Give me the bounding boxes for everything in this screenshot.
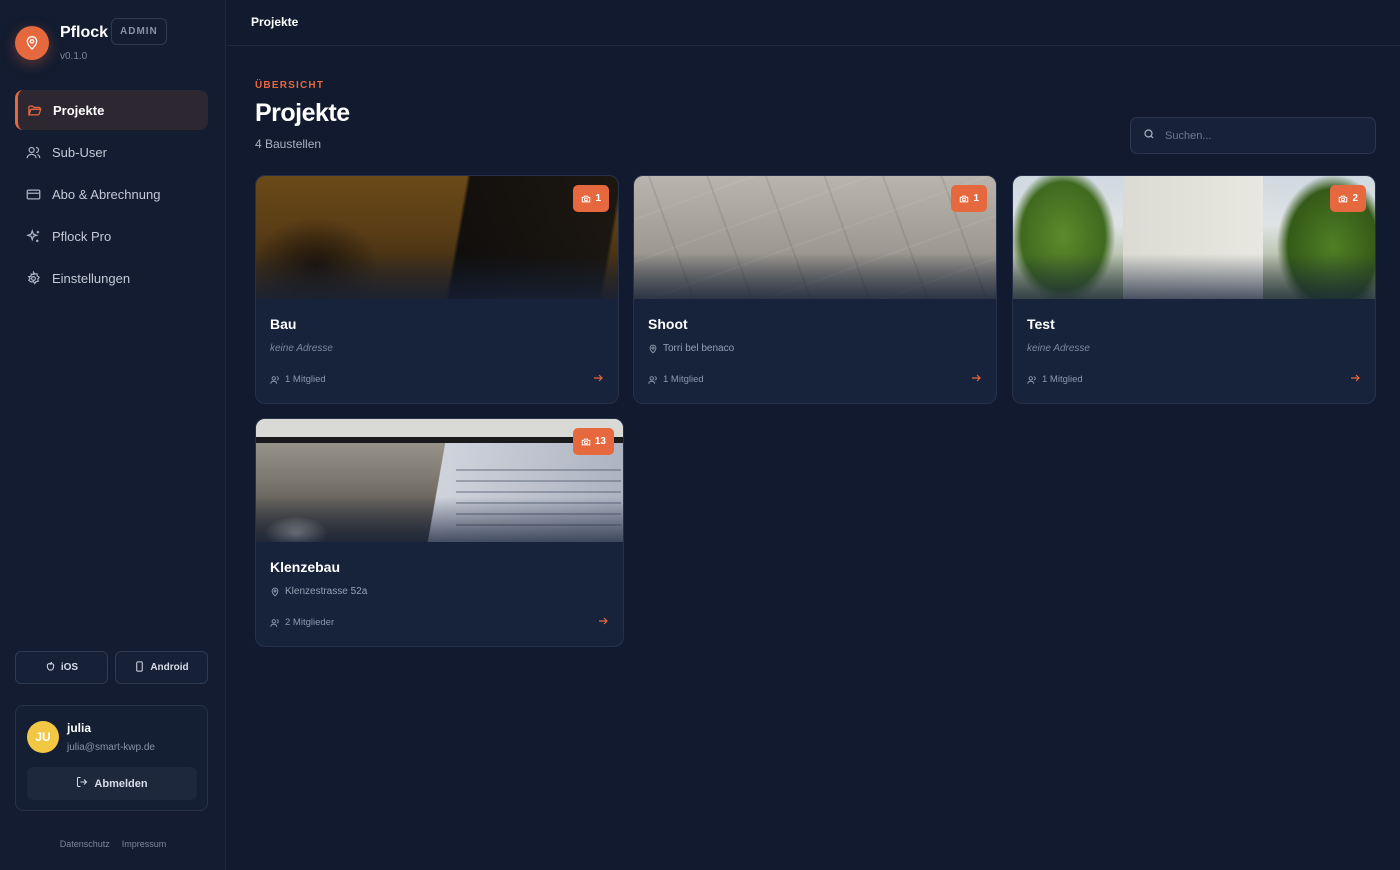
- ios-label: iOS: [60, 662, 79, 673]
- sidebar-item-sub-user[interactable]: Sub-User: [15, 132, 208, 172]
- project-card-shoot[interactable]: 1 Shoot Torri bel benaco 1 Mitglied: [633, 175, 997, 404]
- project-photo: [634, 176, 996, 299]
- user-name: julia: [67, 721, 92, 735]
- project-title: Bau: [270, 316, 297, 332]
- search-input[interactable]: [1165, 129, 1355, 142]
- arrow-right-icon[interactable]: [970, 372, 982, 384]
- project-title: Klenzebau: [270, 559, 341, 575]
- logout-button[interactable]: Abmelden: [27, 767, 197, 800]
- project-members: 2 Mitglieder: [270, 617, 334, 628]
- users-icon: [648, 375, 657, 384]
- users-icon: [270, 618, 279, 627]
- members-text: 1 Mitglied: [1042, 374, 1083, 385]
- project-title: Test: [1027, 316, 1055, 332]
- project-card-test[interactable]: 2 Test keine Adresse 1 Mitglied: [1012, 175, 1376, 404]
- photo-count-badge: 13: [572, 428, 614, 455]
- photo-count-badge: 1: [951, 185, 987, 212]
- members-text: 2 Mitglieder: [285, 617, 335, 628]
- photo-count: 1: [973, 193, 979, 204]
- project-photo: [256, 176, 618, 299]
- smartphone-icon: [134, 660, 145, 675]
- sidebar-item-abo[interactable]: Abo & Abrechnung: [15, 174, 208, 214]
- ios-button[interactable]: iOS: [15, 651, 108, 684]
- project-title: Shoot: [648, 316, 688, 332]
- android-label: Android: [150, 662, 189, 673]
- project-members: 1 Mitglied: [270, 374, 326, 385]
- page-title: Projekte: [255, 99, 350, 127]
- sidebar: Pflock ADMIN v0.1.0 Projekte Sub-User Ab…: [0, 0, 226, 870]
- app-download-buttons: iOS Android: [15, 651, 208, 684]
- user-card: JU julia julia@smart-kwp.de Abmelden: [15, 705, 208, 811]
- footer-links: Datenschutz Impressum: [0, 839, 226, 849]
- camera-icon: [1339, 195, 1348, 202]
- search-box: [1130, 117, 1376, 154]
- version-label: v0.1.0: [60, 51, 88, 62]
- address-text: Torri bel benaco: [663, 343, 735, 354]
- photo-count: 13: [594, 436, 606, 447]
- camera-icon: [960, 195, 969, 202]
- project-address: keine Adresse: [1027, 343, 1090, 354]
- camera-icon: [581, 438, 591, 445]
- photo-count-badge: 2: [1330, 185, 1366, 212]
- project-photo: [1013, 176, 1375, 299]
- sidebar-item-projekte[interactable]: Projekte: [15, 90, 208, 130]
- sidebar-item-label: Pflock Pro: [52, 228, 112, 244]
- sidebar-nav: Projekte Sub-User Abo & Abrechnung Pfloc…: [15, 90, 208, 300]
- user-email: julia@smart-kwp.de: [67, 742, 155, 753]
- members-text: 1 Mitglied: [663, 374, 704, 385]
- members-text: 1 Mitglied: [285, 374, 326, 385]
- project-card-bau[interactable]: 1 Bau keine Adresse 1 Mitglied: [255, 175, 619, 404]
- section-eyebrow: ÜBERSICHT: [255, 80, 325, 91]
- arrow-right-icon[interactable]: [597, 615, 609, 627]
- map-pin-icon: [271, 587, 279, 596]
- photo-count: 1: [595, 193, 601, 204]
- address-text: Klenzestrasse 52a: [285, 586, 368, 597]
- privacy-link[interactable]: Datenschutz: [60, 839, 110, 849]
- map-pin-icon: [649, 344, 657, 353]
- arrow-right-icon[interactable]: [592, 372, 604, 384]
- sparkles-icon: [25, 228, 41, 244]
- logout-icon: [76, 776, 88, 791]
- logout-label: Abmelden: [94, 777, 148, 790]
- project-address: Klenzestrasse 52a: [270, 586, 367, 597]
- project-count: 4 Baustellen: [255, 137, 322, 151]
- project-address: keine Adresse: [270, 343, 333, 354]
- search-icon: [1143, 127, 1155, 145]
- topbar-title: Projekte: [251, 15, 299, 29]
- photo-count: 2: [1352, 193, 1358, 204]
- sidebar-item-label: Einstellungen: [52, 270, 131, 286]
- topbar: Projekte: [227, 0, 1400, 46]
- sidebar-item-einstellungen[interactable]: Einstellungen: [15, 258, 208, 298]
- map-pin-icon[interactable]: [15, 26, 49, 60]
- sidebar-item-label: Sub-User: [52, 144, 107, 160]
- address-text: keine Adresse: [1027, 343, 1090, 354]
- users-icon: [1027, 375, 1036, 384]
- sidebar-item-label: Abo & Abrechnung: [52, 186, 161, 202]
- project-address: Torri bel benaco: [648, 343, 734, 354]
- arrow-right-icon[interactable]: [1349, 372, 1361, 384]
- project-photo: [256, 419, 623, 542]
- project-members: 1 Mitglied: [648, 374, 704, 385]
- admin-badge: ADMIN: [111, 18, 167, 45]
- apple-icon: [45, 661, 56, 675]
- users-icon: [270, 375, 279, 384]
- photo-count-badge: 1: [573, 185, 609, 212]
- address-text: keine Adresse: [270, 343, 333, 354]
- avatar[interactable]: JU: [27, 721, 59, 753]
- camera-icon: [582, 195, 591, 202]
- brand: Pflock ADMIN v0.1.0: [15, 18, 215, 68]
- android-button[interactable]: Android: [115, 651, 208, 684]
- sidebar-item-label: Projekte: [53, 102, 105, 118]
- credit-card-icon: [25, 186, 41, 202]
- folder-icon: [26, 102, 42, 118]
- imprint-link[interactable]: Impressum: [122, 839, 167, 849]
- gear-icon: [25, 270, 41, 286]
- users-icon: [25, 144, 41, 160]
- sidebar-item-pflock-pro[interactable]: Pflock Pro: [15, 216, 208, 256]
- brand-name: Pflock: [60, 24, 109, 41]
- project-members: 1 Mitglied: [1027, 374, 1083, 385]
- project-card-klenzebau[interactable]: 13 Klenzebau Klenzestrasse 52a 2 Mitglie…: [255, 418, 624, 647]
